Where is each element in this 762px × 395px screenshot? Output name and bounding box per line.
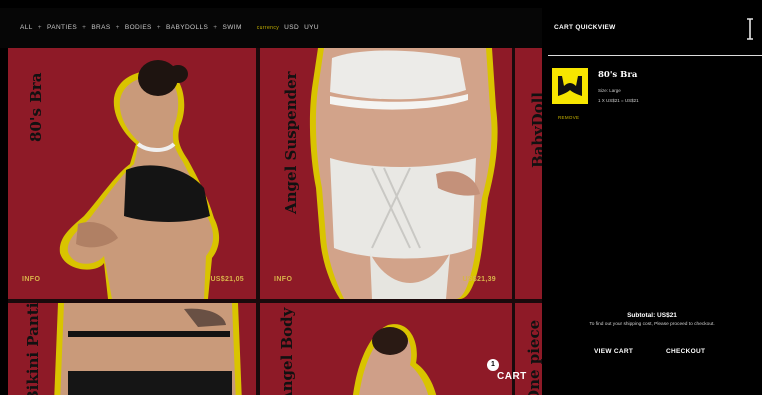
- nav-item-bras[interactable]: BRAS: [91, 24, 110, 31]
- product-grid: 80's Bra INFO US$21,05 Angel Suspender I…: [8, 48, 542, 395]
- cart-item-thumbnail: [552, 68, 588, 104]
- cart-item-qty-price: 1 X US$21 = US$21: [598, 98, 639, 103]
- product-title[interactable]: Angel Suspender: [282, 71, 300, 214]
- cart-button[interactable]: 1 CART: [487, 359, 537, 387]
- product-card[interactable]: BabyDoll: [515, 48, 542, 299]
- product-card[interactable]: Bikini Pantie: [8, 303, 256, 395]
- cart-button-label: CART: [497, 371, 527, 382]
- cart-count-badge: 1: [487, 359, 499, 371]
- nav-separator: +: [213, 24, 218, 31]
- category-nav: ALL + PANTIES + BRAS + BODIES + BABYDOLL…: [20, 24, 319, 31]
- product-card[interactable]: Angel Suspender INFO US$21,39: [260, 48, 512, 299]
- bra-thumbnail-icon: [558, 76, 582, 96]
- view-cart-button[interactable]: VIEW CART: [594, 348, 633, 355]
- nav-item-all[interactable]: ALL: [20, 24, 33, 31]
- nav-separator: +: [115, 24, 120, 31]
- product-title[interactable]: BabyDoll: [529, 92, 542, 168]
- product-info-link[interactable]: INFO: [274, 276, 292, 283]
- nav-separator: +: [37, 24, 42, 31]
- product-info-link[interactable]: INFO: [22, 276, 40, 283]
- nav-separator: +: [82, 24, 87, 31]
- nav-item-bodies[interactable]: BODIES: [125, 24, 152, 31]
- cart-subtotal: Subtotal: US$21: [627, 312, 677, 319]
- product-title[interactable]: Bikini Pantie: [24, 303, 42, 395]
- remove-item-link[interactable]: REMOVE: [558, 115, 579, 120]
- product-card[interactable]: Angel Body: [260, 303, 512, 395]
- product-title[interactable]: 80's Bra: [27, 73, 45, 142]
- product-photo: [59, 60, 220, 299]
- divider: [548, 55, 762, 56]
- cart-quickview-panel: CART QUICKVIEW 80's Bra Size: Large 1 X …: [542, 8, 762, 395]
- panel-title: CART QUICKVIEW: [554, 24, 616, 31]
- currency-label: currency: [256, 24, 280, 31]
- nav-item-panties[interactable]: PANTIES: [47, 24, 77, 31]
- nav-item-swim[interactable]: SWIM: [222, 24, 241, 31]
- nav-separator: +: [156, 24, 161, 31]
- shipping-note: To find out your shipping cost, Please p…: [589, 322, 715, 327]
- product-price: US$21,05: [210, 276, 244, 283]
- cart-item-name: 80's Bra: [598, 70, 638, 80]
- checkout-button[interactable]: CHECKOUT: [666, 348, 705, 355]
- product-card[interactable]: 80's Bra INFO US$21,05: [8, 48, 256, 299]
- close-icon[interactable]: [745, 18, 755, 40]
- product-photo: [353, 324, 437, 395]
- currency-usd[interactable]: USD: [284, 24, 299, 31]
- product-title[interactable]: Angel Body: [278, 308, 296, 395]
- product-price: US$21,39: [462, 276, 496, 283]
- product-photo: [54, 303, 242, 395]
- cart-item-size: Size: Large: [598, 88, 621, 93]
- nav-item-babydolls[interactable]: BABYDOLLS: [166, 24, 208, 31]
- currency-uyu[interactable]: UYU: [304, 24, 319, 31]
